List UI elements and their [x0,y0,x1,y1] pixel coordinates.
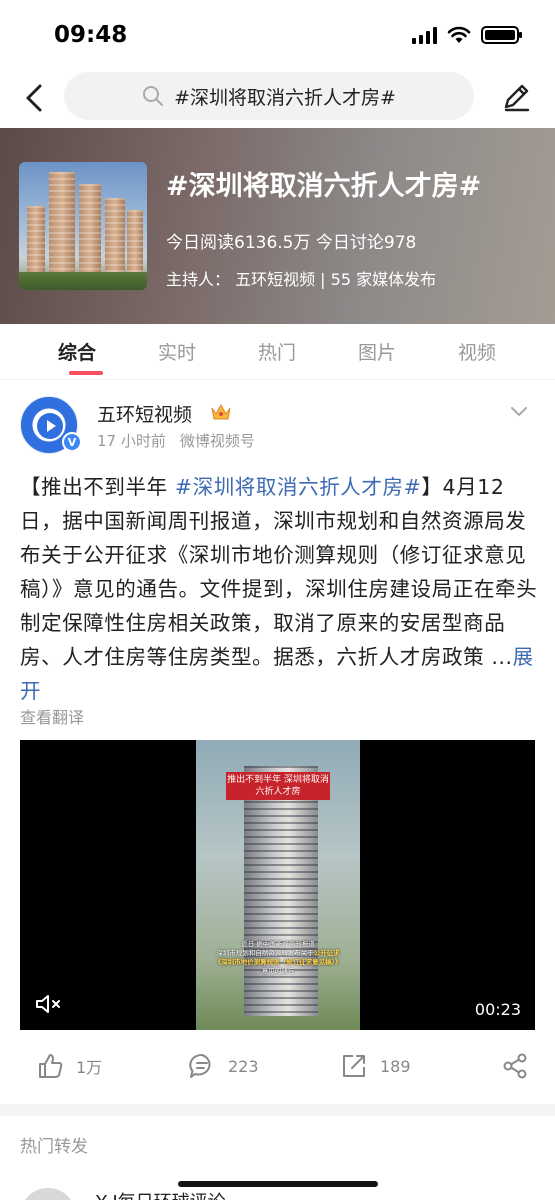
pencil-icon [504,84,530,112]
post-time: 17 小时前 [97,432,166,450]
verified-badge: V [62,432,82,452]
video-player[interactable]: 推出不到半年 深圳将取消六折人才房 近日 据中国新闻周刊报道 深圳市规划和自然资… [20,740,535,1030]
battery-icon [481,26,522,44]
status-bar: 09:48 [0,0,555,70]
video-caption-top: 推出不到半年 深圳将取消六折人才房 [226,772,330,800]
cellular-signal-icon [412,26,437,44]
author-name[interactable]: 五环短视频 [97,400,192,427]
like-button[interactable]: 1万 [36,1052,102,1080]
section-divider [0,1104,555,1116]
tab-comprehensive[interactable]: 综合 [27,324,127,379]
topic-cover-image[interactable] [19,162,147,290]
post-meta: 17 小时前 微博视频号 [97,430,255,451]
section-title: 热门转发 [20,1137,88,1157]
post-text-body: 】4月12日，据中国新闻周刊报道，深圳市规划和自然资源局发布关于公开征求《深圳市… [20,475,538,669]
home-indicator[interactable] [178,1181,378,1187]
hashtag-link[interactable]: #深圳将取消六折人才房# [175,475,422,499]
status-icons [412,26,522,44]
topic-title: #深圳将取消六折人才房# [166,171,482,202]
comment-count: 223 [228,1056,259,1076]
tab-videos[interactable]: 视频 [427,324,527,379]
chevron-left-icon [26,84,42,112]
like-count: 1万 [76,1058,103,1077]
wifi-icon [447,26,471,43]
video-duration: 00:23 [474,1000,521,1019]
status-time: 09:48 [54,22,128,48]
repost-icon [343,1055,365,1077]
topic-stats: 今日阅读6136.5万 今日讨论978 [166,233,417,253]
post-source[interactable]: 微博视频号 [180,432,255,450]
tab-hot[interactable]: 热门 [227,324,327,379]
thumb-up-icon [39,1054,63,1078]
mute-icon[interactable] [34,992,64,1016]
crown-icon [211,403,231,420]
post-text-prefix: 【推出不到半年 [20,475,175,499]
compose-button[interactable] [499,80,533,114]
post-text: 【推出不到半年 #深圳将取消六折人才房#】4月12日，据中国新闻周刊报道，深圳市… [20,470,540,708]
topic-banner: #深圳将取消六折人才房# 今日阅读6136.5万 今日讨论978 主持人： 五环… [0,128,555,324]
video-thumbnail: 推出不到半年 深圳将取消六折人才房 近日 据中国新闻周刊报道 深圳市规划和自然资… [196,740,360,1030]
tab-bar: 综合 实时 热门 图片 视频 [0,324,555,380]
back-button[interactable] [18,80,50,116]
search-query: #深圳将取消六折人才房# [174,86,396,109]
repost-count: 189 [380,1056,411,1076]
comment-icon [189,1053,211,1078]
repost-button[interactable]: 189 [340,1052,411,1080]
search-input[interactable]: #深圳将取消六折人才房# [64,72,474,120]
translate-link[interactable]: 查看翻译 [20,704,84,728]
tab-realtime[interactable]: 实时 [127,324,227,379]
tab-images[interactable]: 图片 [327,324,427,379]
video-caption-bottom: 近日 据中国新闻周刊报道 深圳市规划和自然资源局发布关于公开征求 《深圳市地价测… [214,940,342,975]
topic-host[interactable]: 主持人： 五环短视频 | 55 家媒体发布 [166,266,436,290]
comment-button[interactable]: 223 [188,1052,259,1080]
nav-bar: #深圳将取消六折人才房# [0,70,555,128]
post-actions: 1万 223 189 [0,1040,555,1096]
play-logo-icon [37,413,63,439]
next-post-avatar[interactable] [20,1188,76,1200]
search-icon [143,86,164,106]
building-illustration [244,766,318,1016]
next-post-author[interactable]: Y-J每日环球评论 [96,1188,226,1200]
chevron-down-icon[interactable] [509,404,529,420]
share-icon[interactable] [501,1052,529,1080]
